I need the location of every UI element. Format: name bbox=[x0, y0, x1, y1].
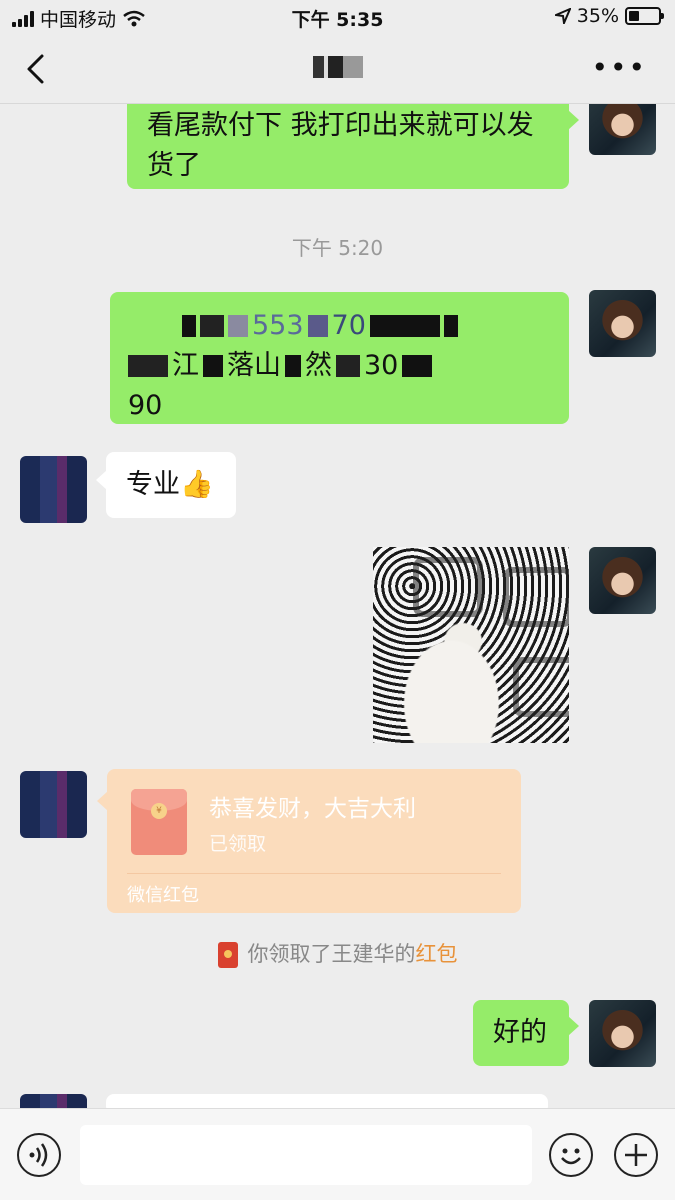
redacted-fragment: 落山 bbox=[227, 350, 281, 381]
red-packet-card[interactable]: ¥ 恭喜发财，大吉大利 已领取 微信红包 bbox=[97, 769, 521, 913]
plus-icon[interactable] bbox=[614, 1133, 658, 1177]
contact-avatar[interactable] bbox=[20, 456, 87, 523]
redacted-line: 90 bbox=[128, 386, 551, 424]
voice-icon[interactable] bbox=[17, 1133, 61, 1177]
redacted-fragment: 江 bbox=[172, 350, 199, 381]
red-packet-footer: 微信红包 bbox=[127, 885, 199, 906]
redacted-title bbox=[312, 56, 363, 78]
message-text: 好的 bbox=[493, 1017, 547, 1048]
emoji-icon[interactable] bbox=[549, 1133, 593, 1177]
system-notice: 你领取了王建华的红包 bbox=[0, 938, 675, 968]
input-bar bbox=[0, 1108, 675, 1200]
red-packet-title: 恭喜发财，大吉大利 bbox=[209, 796, 416, 822]
photo-pattern bbox=[503, 567, 569, 627]
redacted-fragment: 553 bbox=[252, 310, 304, 341]
chat-title bbox=[0, 54, 675, 79]
red-packet-link[interactable]: 红包 bbox=[416, 942, 458, 966]
redacted-fragment: 然 bbox=[305, 350, 332, 381]
redacted-fragment: 90 bbox=[128, 390, 163, 421]
my-avatar[interactable] bbox=[589, 547, 656, 614]
photo-message[interactable] bbox=[373, 547, 569, 743]
my-avatar[interactable] bbox=[589, 104, 656, 155]
my-avatar[interactable] bbox=[589, 290, 656, 357]
photo-pattern bbox=[413, 557, 483, 617]
battery-level bbox=[629, 11, 639, 21]
chat-area[interactable]: 看尾款付下 我打印出来就可以发货了 下午 5:20 553 70 江 落山 然 … bbox=[0, 104, 675, 1108]
message-bubble-received[interactable] bbox=[106, 1094, 548, 1108]
message-text: 专业👍 bbox=[126, 469, 214, 500]
contact-avatar[interactable] bbox=[20, 1094, 87, 1108]
more-dots-icon[interactable]: ••• bbox=[591, 54, 647, 82]
message-bubble-sent[interactable]: 好的 bbox=[473, 1000, 579, 1066]
redacted-line: 553 70 bbox=[128, 306, 551, 346]
my-avatar[interactable] bbox=[589, 1000, 656, 1067]
battery-percent: 35% bbox=[576, 5, 619, 27]
redacted-fragment: 70 bbox=[331, 310, 366, 341]
system-notice-text: 你领取了王建华的 bbox=[247, 942, 416, 966]
message-bubble-sent[interactable]: 553 70 江 落山 然 30 90 bbox=[110, 292, 569, 424]
nav-bar: ••• bbox=[0, 34, 675, 104]
battery-icon bbox=[625, 7, 664, 25]
redacted-line: 江 落山 然 30 bbox=[128, 346, 551, 386]
message-input[interactable] bbox=[80, 1125, 532, 1185]
divider bbox=[127, 873, 501, 874]
message-text: 看尾款付下 我打印出来就可以发货了 bbox=[147, 110, 534, 181]
status-bar: 中国移动 下午 5:35 35% bbox=[0, 0, 675, 34]
photo-pattern bbox=[513, 657, 569, 717]
red-packet-small-icon bbox=[217, 942, 238, 968]
message-bubble-received[interactable]: 专业👍 bbox=[96, 452, 236, 518]
status-right: 35% bbox=[554, 5, 664, 27]
contact-avatar[interactable] bbox=[20, 771, 87, 838]
red-packet-status: 已领取 bbox=[209, 833, 267, 855]
timestamp: 下午 5:20 bbox=[291, 236, 384, 260]
red-packet-icon: ¥ bbox=[131, 789, 187, 855]
redacted-fragment: 30 bbox=[364, 350, 399, 381]
red-packet-coin: ¥ bbox=[151, 803, 167, 819]
location-arrow-icon bbox=[554, 8, 571, 24]
message-bubble-sent[interactable]: 看尾款付下 我打印出来就可以发货了 bbox=[127, 104, 579, 189]
